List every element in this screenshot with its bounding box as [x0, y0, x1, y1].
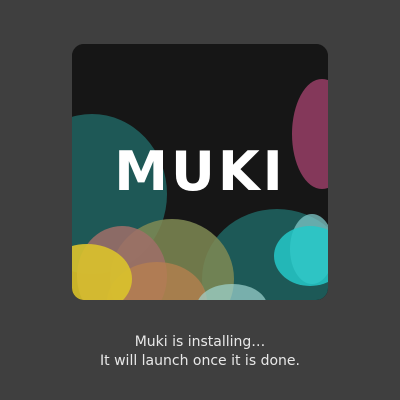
- app-icon-artwork: MUKI: [72, 44, 328, 300]
- app-logo-text: MUKI: [114, 140, 286, 203]
- install-screen: MUKI Muki is installing… It will launch …: [0, 0, 400, 400]
- status-line-launch: It will launch once it is done.: [100, 353, 300, 369]
- status-line-installing: Muki is installing…: [134, 334, 266, 350]
- install-status-message: Muki is installing… It will launch once …: [0, 333, 400, 371]
- muki-app-icon: MUKI: [72, 44, 328, 300]
